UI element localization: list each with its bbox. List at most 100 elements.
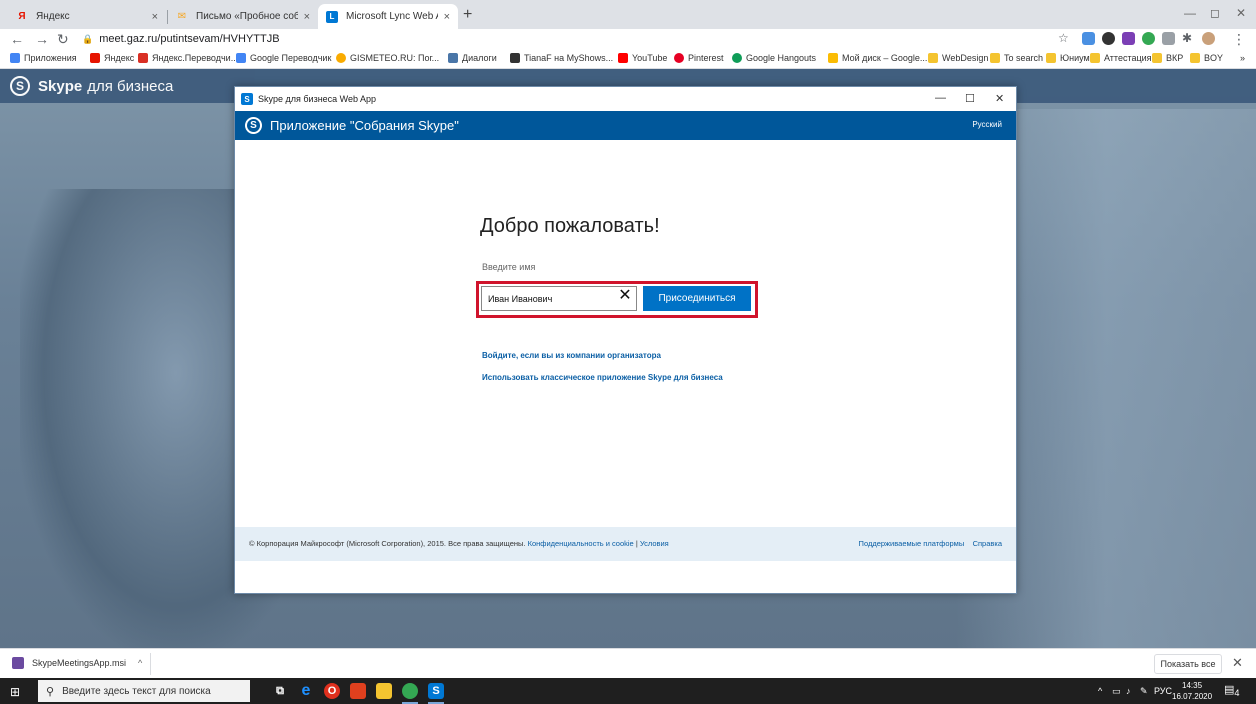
bookmark-item[interactable]: Яндекс bbox=[90, 53, 134, 63]
mail-icon: ✉ bbox=[177, 11, 187, 22]
signin-organizer-link[interactable]: Войдите, если вы из компании организатор… bbox=[482, 351, 661, 360]
folder-icon bbox=[928, 53, 938, 63]
skype-icon: S bbox=[245, 117, 262, 134]
task-view-icon[interactable]: ⧉ bbox=[272, 683, 288, 699]
bookmark-label: Яндекс bbox=[104, 53, 135, 63]
forward-arrow-icon[interactable]: → bbox=[35, 31, 49, 47]
privacy-link[interactable]: Конфиденциальность и cookie bbox=[528, 539, 634, 548]
bookmark-label: To search bbox=[1004, 53, 1044, 63]
vk-icon bbox=[448, 53, 458, 63]
bookmarks-more-button[interactable]: » bbox=[1240, 53, 1245, 63]
puzzle-icon[interactable]: ✱ bbox=[1182, 31, 1192, 45]
bookmark-label: Диалоги bbox=[462, 53, 497, 63]
input-language[interactable]: РУС bbox=[1154, 686, 1172, 696]
tab-close-icon[interactable]: × bbox=[152, 11, 158, 23]
download-bar: SkypeMeetingsApp.msi ^ Показать все ✕ bbox=[0, 648, 1256, 678]
bookmark-item[interactable]: WebDesign bbox=[928, 53, 988, 63]
taskbar-clock[interactable]: 14:35 16.07.2020 bbox=[1172, 680, 1212, 702]
bookmark-item[interactable]: To search bbox=[990, 53, 1043, 63]
bookmark-item[interactable]: YouTube bbox=[618, 53, 667, 63]
download-bar-close-icon[interactable]: ✕ bbox=[1232, 655, 1243, 671]
yandex-icon: Я bbox=[18, 11, 26, 22]
bookmark-item[interactable]: GISMETEO.RU: Пог... bbox=[336, 53, 439, 63]
installer-file-icon bbox=[12, 657, 24, 669]
windows-start-icon[interactable]: ⊞ bbox=[10, 685, 20, 699]
search-icon: ⚲ bbox=[46, 685, 55, 698]
extension-icon[interactable] bbox=[1102, 32, 1115, 45]
address-bar[interactable]: 🔒 meet.gaz.ru/putintsevam/HVHYTTJB bbox=[82, 33, 280, 45]
download-item[interactable]: SkypeMeetingsApp.msi ^ bbox=[12, 657, 142, 669]
menu-kebab-icon[interactable]: ⋮ bbox=[1232, 31, 1246, 48]
window-maximize-button[interactable]: ☐ bbox=[965, 92, 975, 105]
reload-icon[interactable]: ↻ bbox=[57, 31, 69, 48]
bookmark-item[interactable]: Приложения bbox=[10, 53, 77, 63]
bookmark-item[interactable]: Яндекс.Переводчи... bbox=[138, 53, 238, 63]
chrome-icon[interactable] bbox=[402, 683, 418, 699]
extension-icon[interactable] bbox=[1082, 32, 1095, 45]
app-icon[interactable] bbox=[350, 683, 366, 699]
extension-icon[interactable] bbox=[1122, 32, 1135, 45]
clock-date: 16.07.2020 bbox=[1172, 692, 1213, 701]
extension-icon[interactable] bbox=[1142, 32, 1155, 45]
tab-close-icon[interactable]: × bbox=[304, 11, 310, 23]
window-close-button[interactable]: ✕ bbox=[1236, 6, 1246, 20]
bookmark-item[interactable]: BOY bbox=[1190, 53, 1223, 63]
show-all-button[interactable]: Показать все bbox=[1154, 654, 1222, 674]
yandex-icon bbox=[90, 53, 100, 63]
name-label: Введите имя bbox=[482, 262, 536, 272]
bookmark-item[interactable]: Аттестация bbox=[1090, 53, 1152, 63]
bookmark-label: WebDesign bbox=[942, 53, 989, 63]
notifications-icon[interactable]: ▤4 bbox=[1224, 683, 1240, 698]
extension-icon[interactable] bbox=[1162, 32, 1175, 45]
terms-link[interactable]: Условия bbox=[640, 539, 669, 548]
bookmark-item[interactable]: ВКР bbox=[1152, 53, 1183, 63]
window-close-button[interactable]: ✕ bbox=[995, 92, 1004, 105]
skype-icon: S bbox=[241, 93, 253, 105]
window-restore-button[interactable]: ◻ bbox=[1210, 6, 1220, 20]
bookmark-item[interactable]: Google Переводчик bbox=[236, 53, 331, 63]
tab-title: Microsoft Lync Web App bbox=[346, 11, 438, 22]
ie-icon[interactable]: e bbox=[298, 682, 314, 699]
tab-close-icon[interactable]: × bbox=[444, 11, 450, 23]
bookmark-item[interactable]: Юниум bbox=[1046, 53, 1090, 63]
folder-icon bbox=[990, 53, 1000, 63]
hangouts-icon bbox=[732, 53, 742, 63]
window-minimize-button[interactable]: — bbox=[935, 92, 946, 104]
taskbar-search-box[interactable]: ⚲ Введите здесь текст для поиска bbox=[38, 680, 250, 702]
language-selector[interactable]: Русский bbox=[972, 120, 1002, 129]
bookmark-label: GISMETEO.RU: Пог... bbox=[350, 53, 440, 63]
bookmark-item[interactable]: Google Hangouts bbox=[732, 53, 816, 63]
bookmark-label: Мой диск – Google... bbox=[842, 53, 928, 63]
clear-icon[interactable]: ✕ bbox=[615, 285, 635, 305]
tab-yandex[interactable]: Я Яндекс × bbox=[8, 4, 166, 29]
classic-app-link[interactable]: Использовать классическое приложение Sky… bbox=[482, 373, 723, 382]
copyright-text: © Корпорация Майкрософт (Microsoft Corpo… bbox=[249, 539, 526, 548]
opera-icon[interactable]: O bbox=[324, 683, 340, 699]
help-link[interactable]: Справка bbox=[973, 539, 1002, 548]
bookmark-item[interactable]: Pinterest bbox=[674, 53, 724, 63]
star-icon[interactable]: ☆ bbox=[1058, 31, 1069, 45]
volume-icon[interactable]: ♪ bbox=[1126, 686, 1131, 696]
browser-toolbar: ← → ↻ 🔒 meet.gaz.ru/putintsevam/HVHYTTJB … bbox=[0, 29, 1256, 51]
bookmarks-bar: Приложения Яндекс Яндекс.Переводчи... Go… bbox=[0, 51, 1256, 69]
pen-icon[interactable]: ✎ bbox=[1140, 686, 1148, 697]
window-minimize-button[interactable]: — bbox=[1184, 6, 1196, 20]
network-icon[interactable]: ▭ bbox=[1112, 686, 1121, 697]
bookmark-label: TianaF на MyShows... bbox=[524, 53, 614, 63]
bookmark-item[interactable]: Мой диск – Google... bbox=[828, 53, 927, 63]
new-tab-button[interactable]: + bbox=[463, 6, 472, 24]
skype-icon[interactable]: S bbox=[428, 683, 444, 699]
platforms-link[interactable]: Поддерживаемые платформы bbox=[859, 539, 965, 548]
tab-lync[interactable]: L Microsoft Lync Web App × bbox=[318, 4, 458, 29]
bookmark-item[interactable]: Диалоги bbox=[448, 53, 497, 63]
chevron-up-icon[interactable]: ^ bbox=[138, 658, 142, 668]
tray-chevron-icon[interactable]: ^ bbox=[1098, 686, 1102, 696]
join-button[interactable]: Присоединиться bbox=[643, 286, 751, 311]
bookmark-item[interactable]: TianaF на MyShows... bbox=[510, 53, 613, 63]
name-input[interactable]: Иван Иванович bbox=[481, 286, 637, 311]
avatar[interactable] bbox=[1202, 32, 1215, 45]
tab-mail[interactable]: ✉ Письмо «Пробное собрание» — × bbox=[168, 4, 318, 29]
translate-icon bbox=[138, 53, 148, 63]
back-arrow-icon[interactable]: ← bbox=[10, 31, 24, 47]
file-explorer-icon[interactable] bbox=[376, 683, 392, 699]
